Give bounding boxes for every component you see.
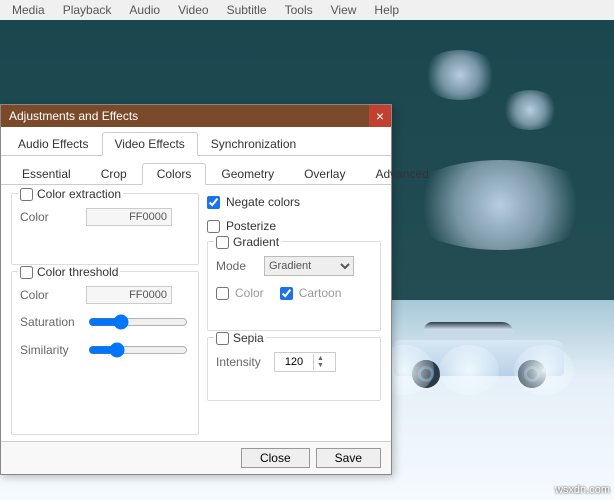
saturation-slider[interactable] [88, 314, 188, 330]
dialog-button-bar: Close Save [1, 441, 391, 474]
effects-dialog: Adjustments and Effects × Audio Effects … [0, 104, 392, 475]
color-threshold-checkbox[interactable] [20, 266, 33, 279]
subtab-colors[interactable]: Colors [142, 163, 207, 185]
sub-tab-row: Essential Crop Colors Geometry Overlay A… [1, 156, 391, 185]
extraction-color-label: Color [20, 210, 78, 224]
extraction-color-input[interactable] [86, 208, 172, 226]
gradient-cartoon-checkbox[interactable] [280, 287, 293, 300]
subtab-advanced[interactable]: Advanced [360, 163, 443, 185]
tab-video-effects[interactable]: Video Effects [102, 132, 198, 156]
save-button[interactable]: Save [316, 448, 381, 468]
tab-audio-effects[interactable]: Audio Effects [5, 132, 102, 156]
menu-tools[interactable]: Tools [277, 1, 321, 19]
negate-label: Negate colors [226, 195, 300, 209]
threshold-color-input[interactable] [86, 286, 172, 304]
menu-subtitle[interactable]: Subtitle [219, 1, 275, 19]
subtab-overlay[interactable]: Overlay [289, 163, 360, 185]
menu-view[interactable]: View [323, 1, 365, 19]
color-extraction-checkbox[interactable] [20, 188, 33, 201]
threshold-color-label: Color [20, 288, 78, 302]
gradient-cartoon-label: Cartoon [299, 286, 342, 300]
color-threshold-label: Color threshold [37, 265, 118, 279]
gradient-label: Gradient [233, 235, 279, 249]
close-button[interactable]: Close [241, 448, 310, 468]
group-sepia: Sepia Intensity ▲▼ [207, 337, 381, 401]
watermark: wsxdn.com [555, 484, 610, 496]
sepia-intensity-input[interactable] [275, 355, 313, 369]
similarity-slider[interactable] [88, 342, 188, 358]
menubar: Media Playback Audio Video Subtitle Tool… [0, 0, 614, 20]
saturation-label: Saturation [20, 315, 78, 329]
gradient-mode-select[interactable]: Gradient [264, 256, 354, 276]
group-gradient: Gradient Mode Gradient Color [207, 241, 381, 331]
tab-synchronization[interactable]: Synchronization [198, 132, 309, 156]
dialog-close-button[interactable]: × [369, 105, 391, 127]
menu-playback[interactable]: Playback [55, 1, 120, 19]
sepia-intensity-spinner[interactable]: ▲▼ [274, 352, 336, 372]
close-icon: × [376, 109, 384, 123]
color-extraction-label: Color extraction [37, 187, 121, 201]
sepia-checkbox[interactable] [216, 332, 229, 345]
sepia-label: Sepia [233, 331, 264, 345]
menu-video[interactable]: Video [170, 1, 216, 19]
spinner-arrows-icon[interactable]: ▲▼ [313, 354, 327, 370]
negate-row: Negate colors [207, 195, 381, 209]
main-tab-row: Audio Effects Video Effects Synchronizat… [1, 127, 391, 156]
sepia-intensity-label: Intensity [216, 355, 266, 369]
dialog-titlebar[interactable]: Adjustments and Effects × [1, 105, 391, 127]
group-color-extraction: Color extraction Color [11, 193, 199, 265]
subtab-essential[interactable]: Essential [7, 163, 86, 185]
gradient-color-checkbox[interactable] [216, 287, 229, 300]
posterize-label: Posterize [226, 219, 276, 233]
negate-checkbox[interactable] [207, 196, 220, 209]
posterize-row: Posterize [207, 219, 381, 233]
subtab-crop[interactable]: Crop [86, 163, 142, 185]
menu-help[interactable]: Help [366, 1, 407, 19]
subtab-geometry[interactable]: Geometry [206, 163, 289, 185]
group-color-threshold: Color threshold Color Saturation Similar… [11, 271, 199, 435]
dialog-title: Adjustments and Effects [9, 109, 138, 123]
posterize-checkbox[interactable] [207, 220, 220, 233]
similarity-label: Similarity [20, 343, 78, 357]
gradient-color-label: Color [235, 286, 264, 300]
video-content-car [394, 325, 564, 390]
gradient-checkbox[interactable] [216, 236, 229, 249]
gradient-mode-label: Mode [216, 259, 256, 273]
menu-audio[interactable]: Audio [121, 1, 168, 19]
menu-media[interactable]: Media [4, 1, 53, 19]
